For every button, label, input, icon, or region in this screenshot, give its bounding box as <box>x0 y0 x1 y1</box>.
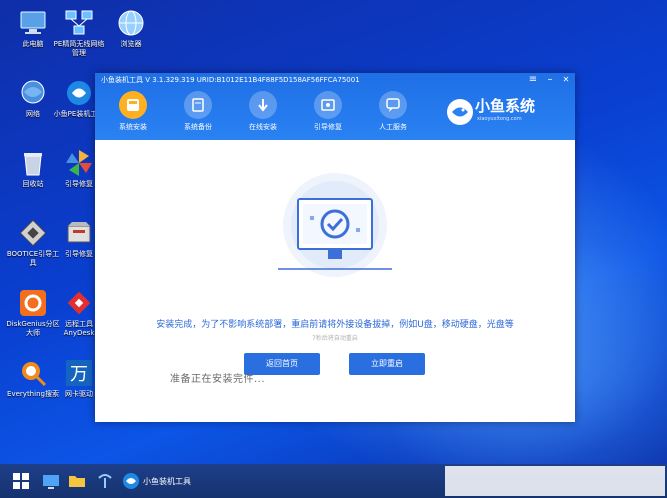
everything-icon <box>18 358 48 388</box>
pinwheel-icon <box>64 148 94 178</box>
minimize-button[interactable]: – <box>544 74 556 85</box>
install-complete-illustration <box>278 173 392 277</box>
brand-logo: 小鱼系统 xiaoyuxitong.com <box>445 95 565 131</box>
installer-window: 小鱼装机工具 V 3.1.329.319 URID:B1012E11B4F88F… <box>95 73 575 422</box>
anydesk-icon <box>64 288 94 318</box>
tab-label: 人工服务 <box>379 123 407 131</box>
network-globe-icon <box>18 78 48 108</box>
network-icon <box>64 8 94 38</box>
bootice-icon <box>18 218 48 248</box>
tab-label: 系统安装 <box>119 123 147 131</box>
diskgenius-icon <box>18 288 48 318</box>
restart-now-button[interactable]: 立即重启 <box>349 353 425 375</box>
system-tray <box>445 466 665 496</box>
network-taskbar-icon[interactable] <box>96 472 114 490</box>
background-overlay-text: 准备正在安装完件... <box>170 374 266 385</box>
download-icon <box>249 91 277 119</box>
taskbar-app-label[interactable]: 小鱼装机工具 <box>143 476 191 487</box>
close-button[interactable]: ✕ <box>560 75 572 84</box>
install-icon <box>119 91 147 119</box>
folder-icon[interactable] <box>68 472 86 490</box>
desktop: 此电脑 PE精简无线网络管理 浏览器 网络 小鱼PE装机工具 回收站 引导修复 … <box>0 0 667 464</box>
desktop-icon-label: 浏览器 <box>120 40 142 48</box>
desktop-taskbar-icon[interactable] <box>42 472 60 490</box>
repair-icon <box>314 91 342 119</box>
svg-text:万: 万 <box>70 364 88 385</box>
boot-repair-icon <box>64 218 94 248</box>
window-title: 小鱼装机工具 V 3.1.329.319 URID:B1012E11B4F88F… <box>101 76 360 84</box>
menu-button[interactable]: ≡ <box>527 74 539 85</box>
tab-boot-repair[interactable]: 引导修复 <box>300 91 356 132</box>
tab-online-install[interactable]: 在线安装 <box>235 91 291 132</box>
status-message: 安装完成，为了不影响系统部署，重启前请将外接设备拔掉，例如U盘，移动硬盘，光盘等 <box>156 320 514 330</box>
recycle-bin-icon <box>18 148 48 178</box>
brand-name: 小鱼系统 <box>475 97 536 115</box>
desktop-icon-browser[interactable]: 浏览器 <box>104 8 158 49</box>
desktop-icon-pe-network[interactable]: PE精简无线网络管理 <box>52 8 106 58</box>
tab-label: 引导修复 <box>314 123 342 131</box>
tab-system-backup[interactable]: 系统备份 <box>170 91 226 132</box>
brand-url: xiaoyuxitong.com <box>477 116 522 122</box>
tab-system-install[interactable]: 系统安装 <box>105 91 161 132</box>
tab-label: 在线安装 <box>249 123 277 131</box>
fish-logo-icon <box>447 99 473 125</box>
fish-tool-icon <box>64 78 94 108</box>
backup-icon <box>184 91 212 119</box>
countdown-text: 7秒后将自动重启 <box>312 335 358 342</box>
xiaoyu-taskbar-icon[interactable] <box>122 472 140 490</box>
computer-icon <box>18 8 48 38</box>
wan-icon: 万 <box>64 358 94 388</box>
chat-icon <box>379 91 407 119</box>
globe-icon <box>116 8 146 38</box>
tab-manual-service[interactable]: 人工服务 <box>365 91 421 132</box>
tab-label: 系统备份 <box>184 123 212 131</box>
window-header: 小鱼装机工具 V 3.1.329.319 URID:B1012E11B4F88F… <box>95 73 575 140</box>
start-icon[interactable] <box>12 472 30 490</box>
desktop-icon-label: PE精简无线网络管理 <box>53 40 105 57</box>
